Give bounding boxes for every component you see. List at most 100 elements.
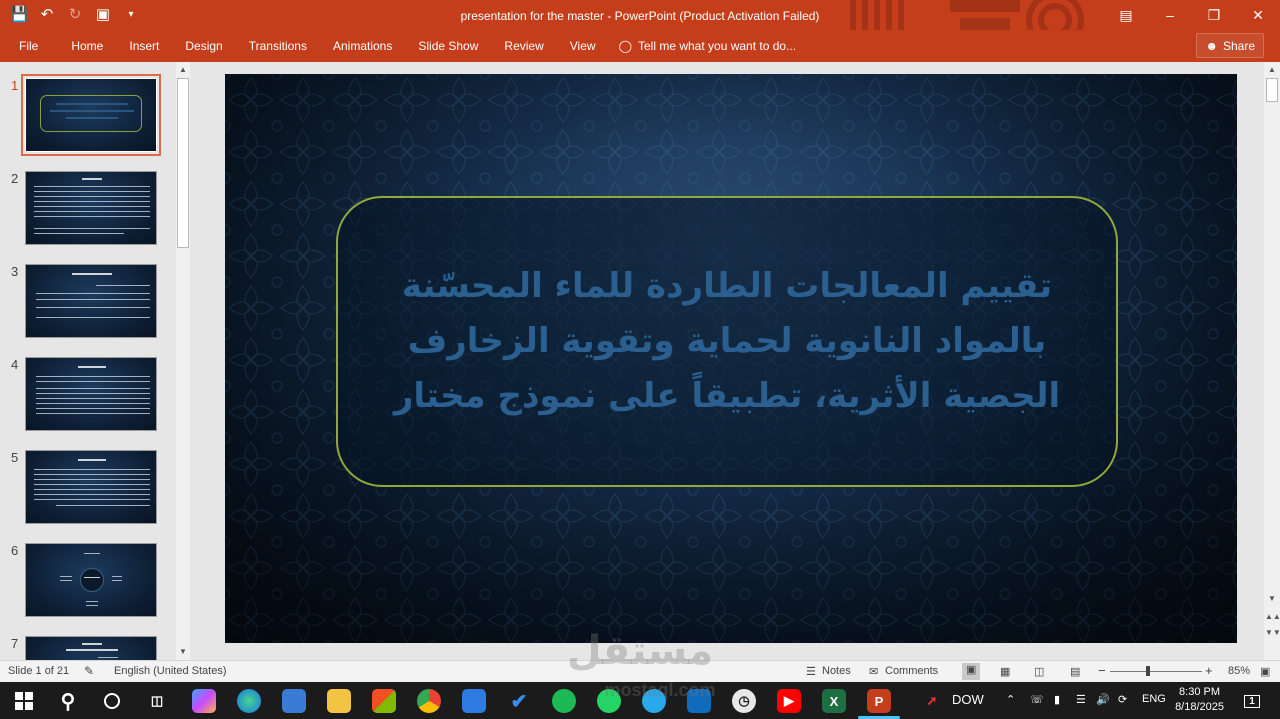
volume-icon[interactable]: 🔊 bbox=[1096, 693, 1110, 706]
dow-ticker[interactable]: DOW bbox=[952, 692, 984, 707]
sync-icon[interactable]: ⟳ bbox=[1118, 693, 1127, 706]
tab-file[interactable]: File bbox=[0, 39, 58, 53]
slide-thumbnail-pane[interactable]: 1 2 3 4 5 6 7 bbox=[0, 62, 176, 660]
notification-center-icon[interactable]: 1 bbox=[1240, 689, 1264, 713]
spotify-icon[interactable] bbox=[552, 689, 576, 713]
file-explorer-icon[interactable] bbox=[327, 689, 351, 713]
stock-chart-icon[interactable]: ➚ bbox=[920, 689, 944, 713]
thumbnail-text-line bbox=[86, 605, 98, 606]
clock-app-icon[interactable]: ◷ bbox=[732, 689, 756, 713]
youtube-icon[interactable]: ▶ bbox=[777, 689, 801, 713]
thumbnail-image[interactable] bbox=[25, 357, 157, 431]
thumbnail-scrollbar-thumb[interactable] bbox=[177, 78, 189, 248]
fit-to-window-icon[interactable]: ▣ bbox=[1260, 665, 1270, 678]
thumbnail-scrollbar-track[interactable]: ▲ ▼ bbox=[176, 62, 190, 660]
thumbnail-image[interactable] bbox=[25, 264, 157, 338]
tab-design[interactable]: Design bbox=[172, 39, 235, 53]
excel-icon[interactable]: X bbox=[822, 689, 846, 713]
current-slide[interactable]: تقييم المعالجات الطاردة للماء المحسّنة ب… bbox=[225, 74, 1237, 643]
slide-title-frame[interactable]: تقييم المعالجات الطاردة للماء المحسّنة ب… bbox=[336, 196, 1118, 487]
scroll-down-icon[interactable]: ▼ bbox=[1265, 594, 1279, 603]
mail-icon[interactable] bbox=[462, 689, 486, 713]
minimize-button[interactable]: – bbox=[1148, 0, 1192, 30]
telegram-icon[interactable] bbox=[642, 689, 666, 713]
thumbnail-image[interactable] bbox=[25, 543, 157, 617]
tab-view[interactable]: View bbox=[557, 39, 609, 53]
wifi-icon[interactable]: ☰ bbox=[1076, 693, 1086, 706]
restore-button[interactable]: ❐ bbox=[1192, 0, 1236, 30]
tell-me-box[interactable]: ◯ Tell me what you want to do... bbox=[609, 39, 797, 53]
notification-count: 1 bbox=[1244, 694, 1260, 708]
thumbnail-text-line bbox=[50, 110, 134, 112]
copilot-icon[interactable] bbox=[192, 689, 216, 713]
scroll-up-icon[interactable]: ▲ bbox=[176, 65, 190, 74]
microsoft-store-icon[interactable] bbox=[372, 689, 396, 713]
ribbon-display-options-icon[interactable]: ▤ bbox=[1104, 0, 1148, 30]
meet-now-icon[interactable]: ☏ bbox=[1030, 693, 1044, 706]
thumbnail-image[interactable] bbox=[25, 636, 157, 660]
cortana-icon[interactable] bbox=[100, 689, 124, 713]
tab-review[interactable]: Review bbox=[491, 39, 556, 53]
language-indicator[interactable]: English (United States) bbox=[114, 665, 227, 677]
battery-icon[interactable]: ▮ bbox=[1054, 693, 1060, 706]
windows-start-icon[interactable] bbox=[12, 689, 36, 713]
tab-transitions[interactable]: Transitions bbox=[236, 39, 320, 53]
tab-slide-show[interactable]: Slide Show bbox=[405, 39, 491, 53]
lightbulb-icon: ◯ bbox=[618, 39, 632, 53]
tab-home[interactable]: Home bbox=[58, 39, 116, 53]
thumbnail-number: 3 bbox=[11, 264, 19, 279]
powerpoint-icon[interactable]: P bbox=[867, 689, 891, 713]
thumbnail-text-line bbox=[60, 580, 72, 581]
slide-sorter-icon[interactable]: ▦ bbox=[1000, 665, 1010, 678]
zoom-in-icon[interactable]: + bbox=[1205, 663, 1213, 678]
slide-title[interactable]: تقييم المعالجات الطاردة للماء المحسّنة ب… bbox=[368, 259, 1086, 424]
comments-button[interactable]: Comments bbox=[885, 665, 938, 677]
previous-slide-icon[interactable]: ▲▲ bbox=[1265, 612, 1280, 621]
thumbnail-image[interactable] bbox=[25, 450, 157, 524]
thumbnail-text-line bbox=[98, 657, 118, 658]
zoom-slider[interactable] bbox=[1110, 671, 1202, 672]
thumbnail-text-line bbox=[66, 649, 118, 651]
thumbnail-image[interactable] bbox=[21, 74, 161, 156]
slide-scrollbar-thumb[interactable] bbox=[1266, 78, 1278, 102]
reading-view-icon[interactable]: ◫ bbox=[1034, 665, 1044, 678]
next-slide-icon[interactable]: ▼▼ bbox=[1265, 628, 1280, 637]
system-clock[interactable]: 8:30 PM 8/18/2025 bbox=[1175, 685, 1224, 715]
thumbnail-image[interactable] bbox=[25, 171, 157, 245]
laptop-app-icon[interactable] bbox=[282, 689, 306, 713]
slide-show-icon[interactable]: ▤ bbox=[1070, 665, 1080, 678]
outlook-icon[interactable] bbox=[687, 689, 711, 713]
thumbnail-text-line bbox=[36, 293, 150, 294]
thumbnail-text-line bbox=[56, 103, 128, 105]
scroll-down-icon[interactable]: ▼ bbox=[176, 647, 190, 656]
edge-icon[interactable] bbox=[237, 689, 261, 713]
thumbnail-text-line bbox=[34, 211, 150, 212]
tab-animations[interactable]: Animations bbox=[320, 39, 405, 53]
zoom-slider-knob[interactable] bbox=[1146, 666, 1150, 676]
thumbnail-text-line bbox=[36, 413, 150, 414]
normal-view-icon[interactable]: ▣ bbox=[962, 663, 981, 680]
chrome-icon[interactable] bbox=[417, 689, 441, 713]
notes-button[interactable]: Notes bbox=[822, 665, 851, 677]
tab-insert[interactable]: Insert bbox=[116, 39, 172, 53]
zoom-out-icon[interactable]: − bbox=[1098, 663, 1106, 678]
zoom-level[interactable]: 85% bbox=[1228, 665, 1250, 677]
thumbnail-text-line bbox=[34, 489, 150, 490]
slide-scrollbar[interactable]: ▲ ▼ ▲▲ ▼▼ bbox=[1264, 62, 1280, 660]
thumbnail-text-line bbox=[36, 376, 150, 377]
spell-check-icon[interactable]: ✎ bbox=[84, 664, 94, 678]
thumbnail-text-line bbox=[78, 459, 106, 461]
thumbnail-text-line bbox=[34, 206, 150, 207]
task-view-icon[interactable]: ◫ bbox=[145, 689, 169, 713]
search-icon[interactable]: ⚲ bbox=[56, 689, 80, 713]
input-language[interactable]: ENG bbox=[1142, 693, 1166, 705]
todo-icon[interactable]: ✔ bbox=[507, 689, 531, 713]
show-hidden-icons-icon[interactable]: ⌃ bbox=[1006, 693, 1015, 706]
share-button[interactable]: ☻ Share bbox=[1196, 33, 1264, 58]
close-button[interactable]: ✕ bbox=[1236, 0, 1280, 30]
thumbnail-text-line bbox=[34, 499, 150, 500]
thumbnail-text-line bbox=[34, 484, 150, 485]
whatsapp-icon[interactable] bbox=[597, 689, 621, 713]
thumbnail-text-line bbox=[34, 233, 124, 234]
scroll-up-icon[interactable]: ▲ bbox=[1265, 65, 1279, 74]
